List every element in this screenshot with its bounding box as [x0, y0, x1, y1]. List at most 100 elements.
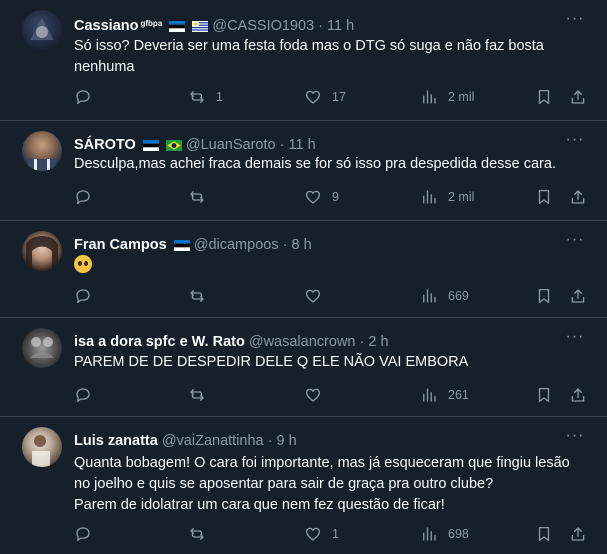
more-icon[interactable]: ···	[565, 132, 585, 153]
tweet-text-line: PAREM DE DE DESPEDIR DELE Q ELE NÃO VAI …	[74, 354, 469, 370]
tweet[interactable]: Luis zanatta @vaiZanattinha · 9 h ··· Qu…	[0, 417, 607, 554]
view-count: 2 mil	[448, 190, 475, 204]
retweet-button[interactable]	[188, 187, 216, 207]
views-button[interactable]: 698	[420, 524, 469, 544]
reply-button[interactable]	[74, 87, 102, 107]
reply-icon	[76, 289, 90, 304]
views-button[interactable]: 261	[420, 385, 469, 405]
retweet-icon	[190, 389, 204, 401]
tweet-text-line: Só isso? Deveria ser uma festa foda mas …	[74, 38, 544, 54]
share-button[interactable]	[569, 187, 587, 207]
user-handle[interactable]: @LuanSaroto	[186, 137, 276, 153]
share-button[interactable]	[569, 524, 587, 544]
display-name[interactable]: Cassiano	[74, 18, 138, 34]
separator: ·	[279, 137, 285, 153]
like-button[interactable]	[304, 385, 332, 405]
like-icon	[305, 388, 321, 402]
bookmark-button[interactable]	[535, 524, 553, 544]
views-button[interactable]: 2 mil	[420, 187, 474, 207]
views-icon	[423, 388, 436, 402]
display-name[interactable]: SÁROTO	[74, 137, 136, 153]
timestamp[interactable]: 9 h	[277, 433, 297, 449]
user-handle[interactable]: @CASSIO1903	[212, 18, 314, 34]
reply-button[interactable]	[74, 524, 102, 544]
reply-button[interactable]	[74, 385, 102, 405]
tweet-text-line: nenhuma	[74, 59, 135, 75]
more-icon[interactable]: ···	[565, 11, 585, 32]
share-button[interactable]	[569, 87, 587, 107]
avatar[interactable]	[22, 427, 62, 467]
display-name[interactable]: isa a dora spfc e W. Rato	[74, 334, 245, 350]
more-icon[interactable]: ···	[565, 428, 585, 449]
user-handle[interactable]: @vaiZanattinha	[162, 433, 264, 449]
bookmark-icon	[538, 89, 550, 105]
reply-icon	[76, 388, 90, 403]
avatar[interactable]	[22, 10, 62, 50]
like-button[interactable]: 1	[304, 524, 339, 544]
timestamp[interactable]: 8 h	[291, 237, 311, 253]
tweet-feed: Cassiano gfbpa @CASSIO1903 · 11 h ··· Só …	[0, 0, 607, 554]
reply-icon	[76, 190, 90, 205]
name-suffix: gfbpa	[140, 19, 163, 28]
tweet-actions: 1 698	[74, 524, 589, 544]
share-icon	[571, 90, 585, 104]
share-button[interactable]	[569, 286, 587, 306]
like-icon	[305, 190, 321, 204]
bookmark-button[interactable]	[535, 87, 553, 107]
more-icon[interactable]: ···	[565, 232, 585, 253]
tweet-header: Luis zanatta @vaiZanattinha · 9 h	[74, 431, 567, 451]
timestamp[interactable]: 11 h	[327, 18, 354, 34]
avatar[interactable]	[22, 328, 62, 368]
bookmark-icon	[538, 526, 550, 542]
timestamp[interactable]: 2 h	[368, 334, 388, 350]
tweet-text-line: Quanta bobagem! O cara foi importante, m…	[74, 455, 570, 471]
separator: ·	[282, 237, 288, 253]
user-handle[interactable]: @wasalancrown	[249, 334, 356, 350]
display-name[interactable]: Luis zanatta	[74, 433, 158, 449]
share-button[interactable]	[569, 385, 587, 405]
display-name[interactable]: Fran Campos	[74, 237, 167, 253]
retweet-button[interactable]	[188, 385, 216, 405]
retweet-button[interactable]: 1	[188, 87, 223, 107]
like-button[interactable]: 9	[304, 187, 339, 207]
like-button[interactable]	[304, 286, 332, 306]
like-count: 1	[332, 527, 339, 541]
avatar[interactable]	[22, 231, 62, 271]
bookmark-button[interactable]	[535, 187, 553, 207]
share-icon	[571, 527, 585, 541]
like-button[interactable]: 17	[304, 87, 346, 107]
tweet-actions: 9 2 mil	[74, 187, 589, 207]
retweet-button[interactable]	[188, 524, 216, 544]
reply-button[interactable]	[74, 286, 102, 306]
bookmark-button[interactable]	[535, 286, 553, 306]
tweet-actions: 261	[74, 385, 589, 405]
view-count: 2 mil	[448, 90, 475, 104]
avatar[interactable]	[22, 131, 62, 171]
tweet-text-line: Parem de idolatrar um cara que nem fez q…	[74, 497, 445, 513]
tweet[interactable]: Cassiano gfbpa @CASSIO1903 · 11 h ··· Só …	[0, 0, 607, 121]
timestamp[interactable]: 11 h	[288, 137, 315, 153]
share-icon	[571, 289, 585, 303]
tweet[interactable]: SÁROTO @LuanSaroto · 11 h ··· Desculpa,m…	[0, 121, 607, 221]
like-count: 17	[332, 90, 346, 104]
view-count: 698	[448, 527, 469, 541]
tweet-header: Fran Campos @dicampoos · 8 h	[74, 235, 567, 255]
like-icon	[305, 289, 321, 303]
views-button[interactable]: 669	[420, 286, 469, 306]
retweet-button[interactable]	[188, 286, 216, 306]
more-icon[interactable]: ···	[565, 329, 585, 350]
tweet[interactable]: Fran Campos @dicampoos · 8 h ··· 669	[0, 221, 607, 318]
flag-icon	[192, 18, 209, 32]
tweet[interactable]: isa a dora spfc e W. Rato @wasalancrown …	[0, 318, 607, 417]
user-handle[interactable]: @dicampoos	[194, 237, 279, 253]
reply-button[interactable]	[74, 187, 102, 207]
view-count: 669	[448, 289, 469, 303]
bookmark-icon	[538, 189, 550, 205]
share-icon	[571, 190, 585, 204]
like-count: 9	[332, 190, 339, 204]
views-button[interactable]: 2 mil	[420, 87, 474, 107]
bookmark-button[interactable]	[535, 385, 553, 405]
tweet-text-line: no joelho e quis se aposentar para sair …	[74, 476, 494, 492]
bookmark-icon	[538, 387, 550, 403]
retweet-icon	[190, 528, 204, 540]
